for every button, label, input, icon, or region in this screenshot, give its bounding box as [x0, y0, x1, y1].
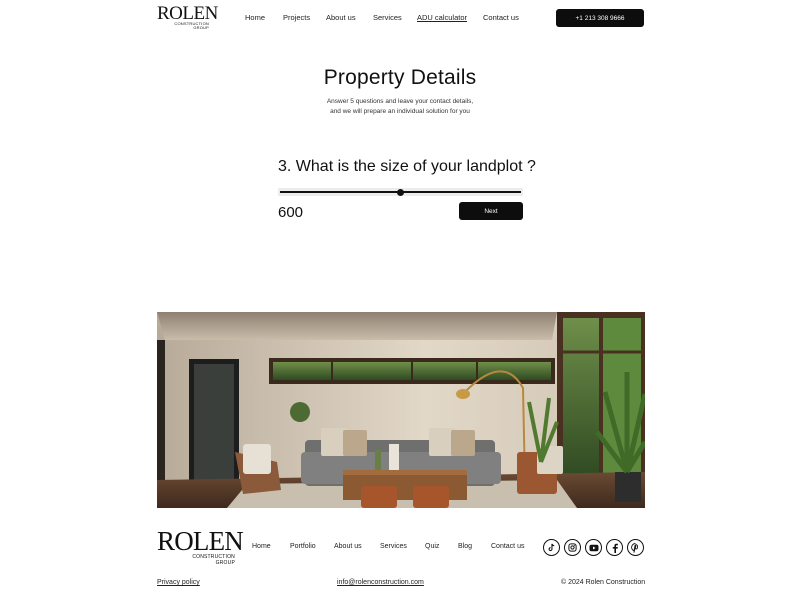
- nav-services[interactable]: Services: [373, 13, 402, 22]
- footer-nav-portfolio[interactable]: Portfolio: [290, 543, 316, 550]
- slider-thumb[interactable]: [397, 188, 404, 196]
- page-subtitle: Answer 5 questions and leave your contac…: [0, 97, 800, 117]
- pinterest-icon[interactable]: [627, 539, 644, 556]
- tiktok-icon[interactable]: [543, 539, 560, 556]
- privacy-policy-link[interactable]: Privacy policy: [157, 579, 200, 586]
- youtube-icon[interactable]: [585, 539, 602, 556]
- footer-nav-services[interactable]: Services: [380, 543, 407, 550]
- email-link[interactable]: info@rolenconstruction.com: [337, 579, 424, 586]
- nav-contact-us[interactable]: Contact us: [483, 13, 519, 22]
- main-nav: Home Projects About us Services ADU calc…: [0, 13, 800, 25]
- copyright: © 2024 Rolen Construction: [561, 579, 646, 586]
- nav-projects[interactable]: Projects: [283, 13, 310, 22]
- footer-logo-sub-line2: GROUP: [215, 560, 235, 566]
- footer-nav-contact-us[interactable]: Contact us: [491, 543, 524, 550]
- interior-image: [157, 312, 645, 508]
- site-header: ROLEN CONSTRUCTION GROUP Home Projects A…: [0, 0, 800, 36]
- subtitle-line-2: and we will prepare an individual soluti…: [330, 108, 470, 115]
- footer-nav-blog[interactable]: Blog: [458, 543, 472, 550]
- footer-logo-brand: ROLEN: [157, 526, 244, 556]
- page-title: Property Details: [323, 66, 477, 89]
- nav-adu-calculator[interactable]: ADU calculator: [417, 13, 467, 22]
- footer-nav-home[interactable]: Home: [252, 543, 271, 550]
- footer-logo[interactable]: ROLEN CONSTRUCTION GROUP: [157, 526, 244, 567]
- footer-nav-quiz[interactable]: Quiz: [425, 543, 439, 550]
- quiz-question: 3. What is the size of your landplot ?: [278, 158, 536, 175]
- logo-sub-line2: GROUP: [193, 25, 209, 30]
- phone-button[interactable]: +1 213 308 9666: [556, 9, 644, 27]
- facebook-icon[interactable]: [606, 539, 623, 556]
- subtitle-line-1: Answer 5 questions and leave your contac…: [326, 98, 474, 105]
- instagram-icon[interactable]: [564, 539, 581, 556]
- footer-nav-about-us[interactable]: About us: [334, 543, 362, 550]
- slider-value: 600: [278, 204, 304, 221]
- nav-home[interactable]: Home: [245, 13, 265, 22]
- landplot-size-slider[interactable]: [278, 186, 523, 198]
- nav-about-us[interactable]: About us: [326, 13, 356, 22]
- next-button[interactable]: Next: [459, 202, 523, 220]
